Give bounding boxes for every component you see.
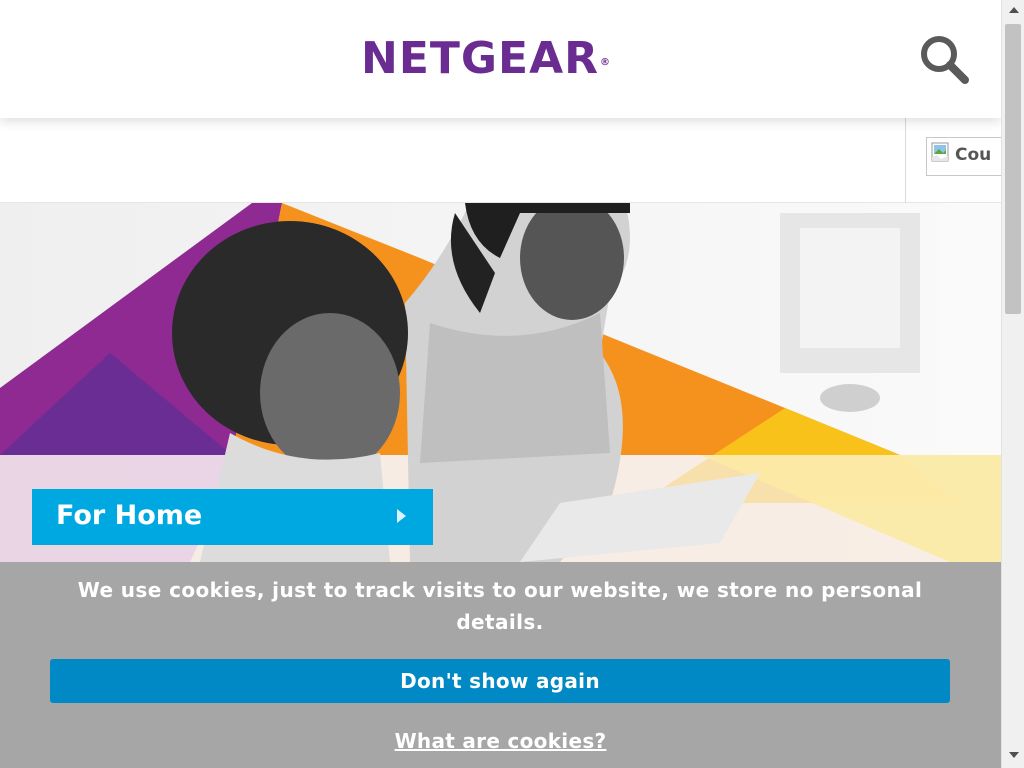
broken-image-icon [931,142,949,162]
what-are-cookies-link[interactable]: What are cookies? [0,729,1001,753]
registered-mark: ® [600,57,611,68]
arrow-down-icon[interactable] [1002,744,1024,766]
page: NETGEAR® Cou For Home We use cookies, ju… [0,0,1001,768]
cookie-banner: We use cookies, just to track visits to … [0,562,1001,768]
logo-text: NETGEAR [361,33,599,84]
dont-show-again-button[interactable]: Don't show again [50,659,950,703]
chevron-right-icon [397,509,406,523]
netgear-logo[interactable]: NETGEAR® [361,34,611,84]
country-selector[interactable]: Cou [926,137,1001,176]
country-selector-alt-text: Cou [955,145,992,165]
site-header: NETGEAR® [0,0,1001,118]
search-icon [921,36,969,84]
search-button[interactable] [915,30,973,88]
arrow-up-icon[interactable] [1002,0,1024,20]
for-home-button[interactable]: For Home [32,489,433,545]
cookie-message: We use cookies, just to track visits to … [77,578,923,634]
for-home-label: For Home [56,500,203,531]
divider [905,118,906,203]
scrollbar-thumb[interactable] [1005,24,1021,314]
sub-navigation-bar [0,118,1001,203]
vertical-scrollbar[interactable] [1001,0,1024,768]
